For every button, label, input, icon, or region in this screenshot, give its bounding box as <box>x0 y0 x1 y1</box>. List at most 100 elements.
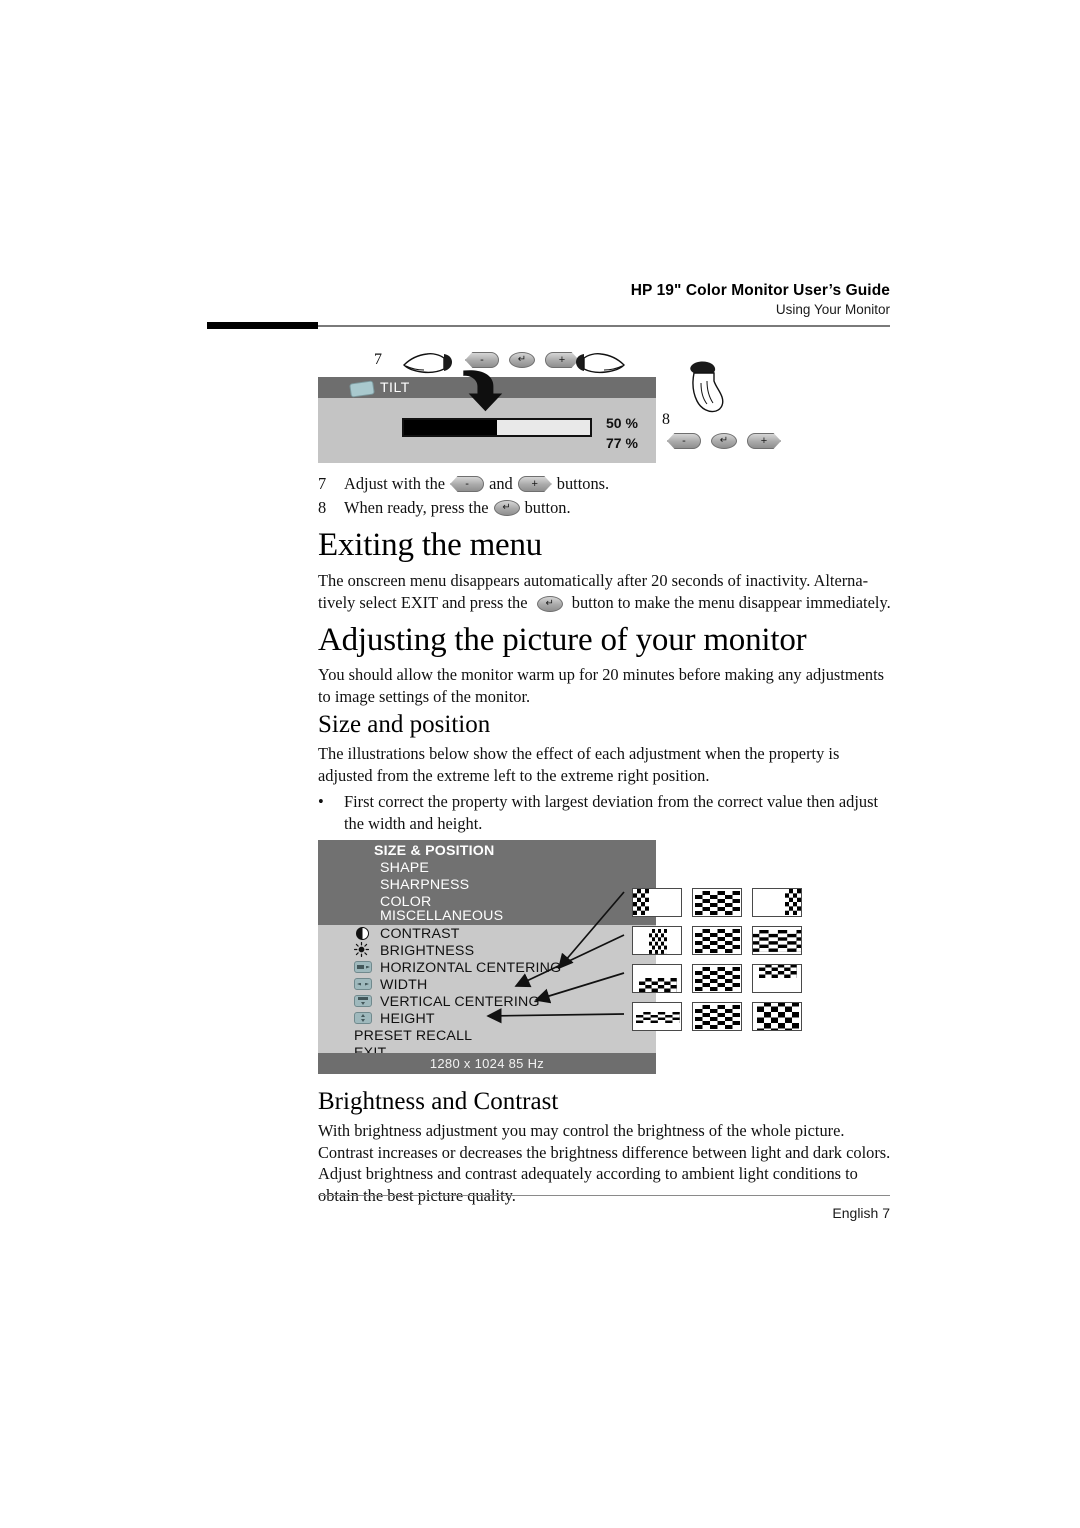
step-8-number: 8 <box>318 498 327 517</box>
thumb-width-narrow <box>632 926 682 959</box>
step-7-text-after: buttons. <box>556 474 610 493</box>
step-8: 8 When ready, press the ↵ button. <box>318 496 893 520</box>
minus-button-icon-2[interactable]: - <box>667 433 701 449</box>
heading-size-and-position: Size and position <box>318 711 491 738</box>
header-rule-thick <box>207 322 318 329</box>
thumb-horizontal-centering-right <box>752 888 802 921</box>
exiting-para-line2-before: tively select EXIT and press the <box>318 592 528 612</box>
thumb-height-short <box>632 1002 682 1035</box>
tilt-osd-title: TILT <box>380 379 410 395</box>
width-icon <box>354 978 372 991</box>
heading-exiting-the-menu: Exiting the menu <box>318 527 543 563</box>
enter-button-icon-2[interactable]: ↵ <box>711 433 737 449</box>
section-adjusting-the-picture: Adjusting the picture of your monitor <box>318 622 893 658</box>
thumb-vertical-centering-high <box>752 964 802 997</box>
adjustment-thumbnail-grid <box>632 888 802 1043</box>
exiting-para-line1: The onscreen menu disappears automatical… <box>318 571 869 590</box>
bullet-item: • First correct the property with larges… <box>318 791 893 834</box>
tilt-monitor-icon <box>349 380 375 398</box>
adjusting-the-picture-body: You should allow the monitor warm up for… <box>318 664 893 707</box>
adjusting-para-line1: You should allow the monitor warm up for… <box>318 665 885 684</box>
bc-para-line2: Contrast increases or decreases the brig… <box>318 1142 891 1162</box>
contrast-icon <box>355 927 373 940</box>
minus-button-icon[interactable]: - <box>465 352 499 368</box>
heading-adjusting-the-picture: Adjusting the picture of your monitor <box>318 622 807 658</box>
size-and-position-bullet: • First correct the property with larges… <box>318 791 893 834</box>
enter-button-icon-para[interactable]: ↵ <box>536 595 563 612</box>
section-size-and-position: Size and position <box>318 711 893 739</box>
osd-header-section: SIZE & POSITION SHAPE SHARPNESS COLOR MI… <box>318 840 656 925</box>
exiting-the-menu-body: The onscreen menu disappears automatical… <box>318 570 893 613</box>
step-8-text-after: button. <box>524 498 571 517</box>
exiting-para-line2: tively select EXIT and press the ↵ butto… <box>318 592 893 614</box>
osd-button-row-top: - ↵ + <box>460 352 584 368</box>
document-page: HP 19" Color Monitor User’s Guide Using … <box>0 0 1080 1528</box>
osd-item-sharpness[interactable]: SHARPNESS <box>380 877 469 894</box>
height-icon <box>354 1012 372 1025</box>
osd-item-preset-recall[interactable]: PRESET RECALL <box>354 1028 472 1045</box>
thumb-horizontal-centering-left <box>632 888 682 921</box>
osd-item-vertical-centering[interactable]: VERTICAL CENTERING <box>380 994 540 1011</box>
osd-item-size-position[interactable]: SIZE & POSITION <box>374 843 494 860</box>
plus-button-icon-2[interactable]: + <box>747 433 781 449</box>
step-7-text-middle: and <box>489 474 513 493</box>
osd-item-miscellaneous[interactable]: MISCELLANEOUS <box>380 908 503 925</box>
thumb-horizontal-centering-center <box>692 888 742 921</box>
adjusting-para-line2: to image settings of the monitor. <box>318 686 531 706</box>
tilt-progress-track[interactable] <box>402 418 592 437</box>
footer-rule <box>318 1195 890 1196</box>
minus-button-icon-inline[interactable]: - <box>450 476 485 492</box>
guide-title: HP 19" Color Monitor User’s Guide <box>630 282 890 299</box>
step-7-text-before: Adjust with the <box>344 474 446 493</box>
tilt-progress-fill <box>404 420 497 435</box>
vertical-centering-icon <box>354 995 372 1008</box>
step-7-number: 7 <box>318 474 327 493</box>
footer-page-label: English 7 <box>832 1205 890 1221</box>
exiting-para-line2-after: button to make the menu disappear immedi… <box>571 592 891 612</box>
curved-down-arrow-icon <box>463 370 503 412</box>
osd-status-bar: 1280 x 1024 85 Hz <box>318 1053 656 1074</box>
osd-item-contrast[interactable]: CONTRAST <box>380 926 460 943</box>
hand-pointer-icon-top <box>403 353 452 374</box>
bullet-marker: • <box>318 792 324 811</box>
header-rule-thin <box>318 325 890 327</box>
bc-para-line3: Adjust brightness and contrast adequatel… <box>318 1164 858 1183</box>
thumb-vertical-centering-low <box>632 964 682 997</box>
tilt-osd-illustration: 7 - ↵ + TILT 50 % 77 % 8 - ↵ + <box>318 349 781 467</box>
osd-item-height[interactable]: HEIGHT <box>380 1011 435 1028</box>
size-and-position-body: The illustrations below show the effect … <box>318 743 893 786</box>
hand-pointer-icon-right <box>690 361 724 413</box>
thumb-height-normal <box>692 1002 742 1035</box>
numbered-steps: 7 Adjust with the - and + buttons. 8 Whe… <box>318 472 893 520</box>
hand-pointer-icon-top-right <box>576 353 625 374</box>
bc-para-line1: With brightness adjustment you may contr… <box>318 1121 845 1140</box>
callout-8: 8 <box>662 411 670 428</box>
size-position-osd-menu: SIZE & POSITION SHAPE SHARPNESS COLOR MI… <box>318 840 656 1074</box>
callout-7: 7 <box>374 351 382 368</box>
thumb-width-normal <box>692 926 742 959</box>
osd-button-row-bottom: - ↵ + <box>662 433 786 449</box>
step-7: 7 Adjust with the - and + buttons. <box>318 472 893 496</box>
tilt-value-top: 50 % <box>606 415 638 431</box>
section-brightness-and-contrast: Brightness and Contrast <box>318 1088 893 1116</box>
step-8-text-before: When ready, press the <box>344 498 489 517</box>
bullet-line2: the width and height. <box>344 813 483 833</box>
brightness-and-contrast-body: With brightness adjustment you may contr… <box>318 1120 893 1206</box>
tilt-value-bottom: 77 % <box>606 435 638 451</box>
osd-item-brightness[interactable]: BRIGHTNESS <box>380 943 474 960</box>
osd-resolution-label: 1280 x 1024 85 Hz <box>429 1056 545 1071</box>
enter-button-icon-inline[interactable]: ↵ <box>493 500 520 516</box>
plus-button-icon-inline[interactable]: + <box>517 476 552 492</box>
section-exiting-the-menu: Exiting the menu <box>318 527 893 563</box>
enter-button-icon[interactable]: ↵ <box>509 352 535 368</box>
thumb-vertical-centering-center <box>692 964 742 997</box>
heading-brightness-and-contrast: Brightness and Contrast <box>318 1088 559 1115</box>
osd-body-section: CONTRAST BRIGHTNESS HORIZONTAL CENTERING… <box>318 925 656 1061</box>
guide-subtitle: Using Your Monitor <box>775 302 890 317</box>
osd-item-shape[interactable]: SHAPE <box>380 860 429 877</box>
osd-item-width[interactable]: WIDTH <box>380 977 428 994</box>
size-para-line1: The illustrations below show the effect … <box>318 744 840 763</box>
bullet-line1: First correct the property with largest … <box>344 792 879 811</box>
horizontal-centering-icon <box>354 961 372 974</box>
osd-item-horizontal-centering[interactable]: HORIZONTAL CENTERING <box>380 960 561 977</box>
